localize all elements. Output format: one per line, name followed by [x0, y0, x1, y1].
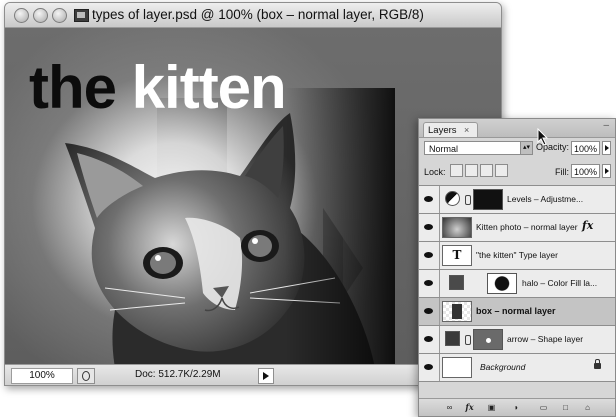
- layer-mask-thumbnail[interactable]: [473, 189, 503, 210]
- add-layer-style-icon[interactable]: fx: [463, 402, 476, 413]
- adjustment-layer-icon[interactable]: ◑: [509, 402, 522, 413]
- close-window-button[interactable]: [14, 8, 29, 23]
- kitten-thumbnail: [442, 217, 472, 238]
- fx-effects-icon[interactable]: fx: [582, 219, 593, 232]
- type-word-the: the: [29, 54, 117, 121]
- kitten-photo-image: [65, 88, 395, 364]
- visibility-eye-icon[interactable]: [419, 354, 440, 381]
- panel-bottom-toolbar: ∞ fx ▣ ◑ ▭ □ ⌂: [419, 398, 615, 416]
- box-thumbnail: [442, 301, 472, 322]
- layer-list: Levels – Adjustme... Kitten photo – norm…: [419, 185, 615, 382]
- layer-name: "the kitten" Type layer: [476, 250, 558, 260]
- layer-row-kitten-photo[interactable]: Kitten photo – normal layer fx: [419, 214, 615, 242]
- layer-row-type[interactable]: T "the kitten" Type layer: [419, 242, 615, 270]
- minimize-window-button[interactable]: [33, 8, 48, 23]
- fill-label: Fill:: [555, 167, 569, 177]
- panel-tab-bar: Layers × –: [419, 119, 615, 138]
- color-fill-icon: [449, 275, 464, 290]
- layer-name: arrow – Shape layer: [507, 334, 584, 344]
- lock-label: Lock:: [424, 167, 446, 177]
- type-layer-thumbnail: T: [442, 245, 472, 266]
- lock-all-icon[interactable]: [495, 164, 508, 177]
- layers-panel: Layers × – Normal ▴▾ Opacity: 100% Lock:…: [418, 118, 616, 417]
- layer-row-box[interactable]: box – normal layer: [419, 298, 615, 326]
- visibility-eye-icon[interactable]: [419, 214, 440, 241]
- status-menu-arrow-icon[interactable]: [258, 368, 274, 384]
- add-mask-icon[interactable]: ▣: [485, 402, 498, 413]
- lock-transparency-icon[interactable]: [450, 164, 463, 177]
- status-info-icon[interactable]: [77, 368, 95, 384]
- fill-field[interactable]: 100%: [571, 164, 600, 178]
- mouse-cursor-icon: [537, 128, 549, 146]
- visibility-eye-icon[interactable]: [419, 326, 440, 353]
- new-layer-icon[interactable]: □: [559, 402, 572, 413]
- background-thumbnail: [442, 357, 472, 378]
- lock-icon: [594, 359, 601, 369]
- chain-link-icon[interactable]: [465, 195, 471, 205]
- type-layer-text: the kitten: [29, 58, 287, 118]
- levels-adjustment-icon: [445, 191, 460, 206]
- vector-mask-thumbnail[interactable]: [473, 329, 503, 350]
- layer-name: Kitten photo – normal layer: [476, 222, 578, 232]
- panel-collapse-icon[interactable]: –: [603, 120, 609, 131]
- zoom-window-button[interactable]: [52, 8, 67, 23]
- fill-slider-arrow-icon[interactable]: [602, 164, 611, 178]
- trash-icon[interactable]: ⌂: [581, 402, 594, 413]
- layer-row-levels[interactable]: Levels – Adjustme...: [419, 186, 615, 214]
- layer-mask-thumbnail[interactable]: [487, 273, 517, 294]
- layer-name: Levels – Adjustme...: [507, 194, 584, 204]
- opacity-field[interactable]: 100%: [571, 141, 600, 155]
- blend-mode-select[interactable]: Normal ▴▾: [424, 141, 533, 155]
- visibility-eye-icon[interactable]: [419, 242, 440, 269]
- document-titlebar[interactable]: types of layer.psd @ 100% (box – normal …: [5, 3, 501, 28]
- layers-tab[interactable]: Layers ×: [423, 122, 478, 137]
- link-layers-icon[interactable]: ∞: [443, 402, 456, 413]
- document-title: types of layer.psd @ 100% (box – normal …: [92, 7, 424, 22]
- layer-row-background[interactable]: Background: [419, 354, 615, 382]
- visibility-eye-icon[interactable]: [419, 186, 440, 213]
- shape-fill-icon: [445, 331, 460, 346]
- opacity-slider-arrow-icon[interactable]: [602, 141, 611, 155]
- document-size-info: Doc: 512.7K/2.29M: [135, 369, 221, 380]
- zoom-level-field[interactable]: 100%: [11, 368, 73, 384]
- blend-mode-value: Normal: [429, 144, 459, 154]
- lock-image-pixels-icon[interactable]: [465, 164, 478, 177]
- lock-position-icon[interactable]: [480, 164, 493, 177]
- layer-name: box – normal layer: [476, 306, 556, 316]
- tab-close-icon[interactable]: ×: [464, 123, 469, 138]
- psd-file-icon: [74, 9, 89, 22]
- new-group-icon[interactable]: ▭: [537, 402, 550, 413]
- select-arrows-icon: ▴▾: [520, 142, 532, 154]
- layers-tab-label: Layers: [428, 125, 457, 136]
- chain-link-icon[interactable]: [465, 335, 471, 345]
- visibility-eye-icon[interactable]: [419, 270, 440, 297]
- layer-row-halo[interactable]: halo – Color Fill la...: [419, 270, 615, 298]
- layer-name: halo – Color Fill la...: [522, 278, 598, 288]
- visibility-eye-icon[interactable]: [419, 298, 440, 325]
- type-word-kitten: kitten: [131, 54, 287, 121]
- layer-row-arrow[interactable]: arrow – Shape layer: [419, 326, 615, 354]
- layer-name: Background: [480, 362, 526, 372]
